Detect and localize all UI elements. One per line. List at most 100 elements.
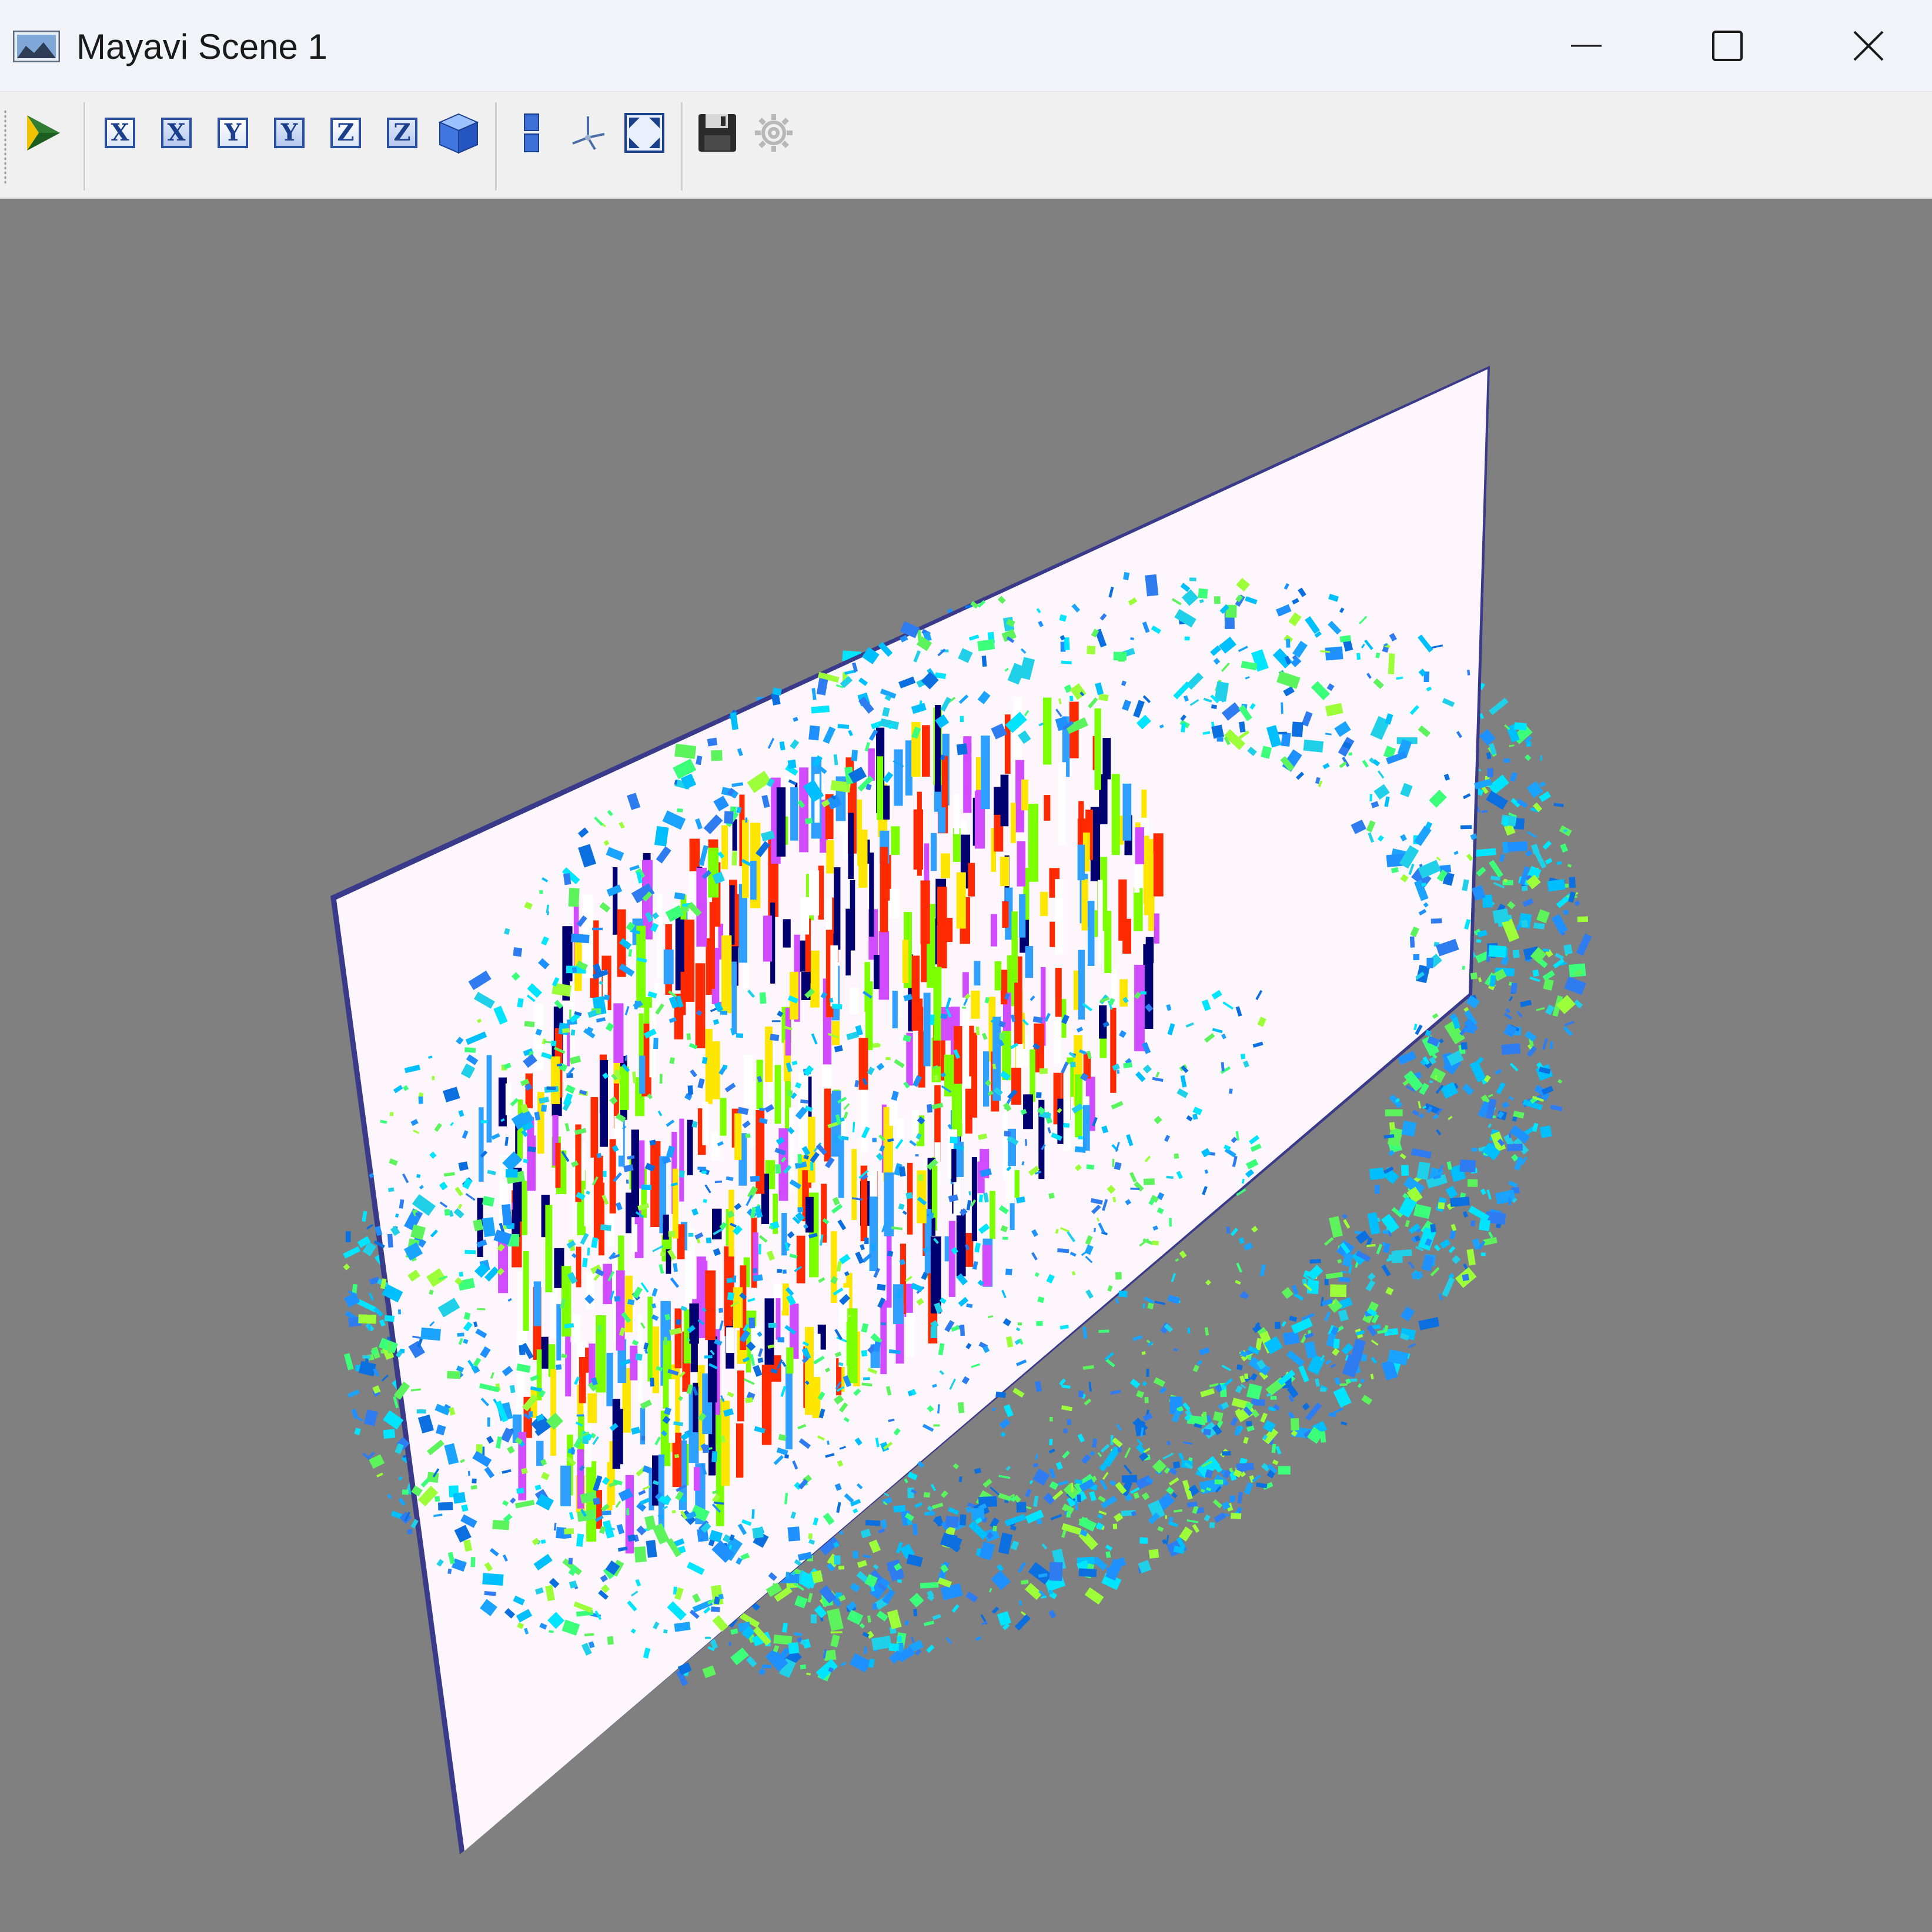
minimize-button[interactable]	[1516, 0, 1657, 92]
plane-bar	[570, 1314, 581, 1342]
plane-bar	[902, 940, 909, 983]
vector-glyph	[1139, 1537, 1148, 1544]
vector-glyph	[1112, 1523, 1118, 1529]
view-z-plus-button[interactable]: Z	[320, 107, 372, 159]
vector-glyph	[880, 1322, 886, 1325]
plane-bar	[983, 1051, 990, 1107]
plane-bar	[756, 1059, 763, 1109]
view-x-plus-button[interactable]: X	[94, 107, 146, 159]
vector-glyph	[1078, 1135, 1083, 1140]
vector-glyph	[1476, 939, 1482, 943]
vector-glyph	[750, 1175, 760, 1182]
vector-glyph	[726, 1277, 734, 1283]
scene-render[interactable]	[0, 199, 1932, 1932]
toolbar-grip[interactable]	[4, 109, 7, 186]
vector-glyph	[720, 1010, 727, 1015]
vector-glyph	[437, 1502, 453, 1511]
plane-bar	[560, 1465, 571, 1506]
plane-bar	[922, 725, 930, 777]
plane-bar	[933, 967, 942, 1041]
plane-bar	[869, 853, 874, 937]
plane-bar	[971, 990, 980, 1019]
vector-glyph	[797, 1207, 804, 1212]
plane-bar	[923, 992, 931, 1067]
vector-glyph	[1240, 1053, 1246, 1059]
vector-glyph	[432, 1076, 435, 1081]
plane-bar	[808, 870, 820, 916]
vector-glyph	[472, 1478, 477, 1484]
vector-glyph	[1278, 1466, 1291, 1475]
plane-bar	[938, 807, 946, 833]
vector-glyph	[416, 1409, 426, 1414]
plane-bar	[1029, 1049, 1035, 1102]
axes-indicator-button[interactable]	[562, 107, 614, 159]
plane-bar	[1102, 738, 1111, 780]
vector-glyph	[603, 1171, 607, 1177]
plane-bar	[889, 1101, 898, 1126]
isometric-view-button[interactable]	[433, 107, 484, 159]
full-screen-button[interactable]	[619, 107, 670, 159]
vector-glyph	[1369, 794, 1373, 801]
vector-glyph	[702, 1445, 710, 1453]
plane-bar	[790, 787, 798, 841]
vector-glyph	[1413, 954, 1420, 961]
view-y-plus-icon: Y	[218, 118, 248, 148]
vector-glyph	[464, 1249, 476, 1255]
title-bar[interactable]: Mayavi Scene 1	[0, 0, 1932, 92]
vector-glyph	[905, 1192, 913, 1199]
vector-glyph	[1214, 1479, 1224, 1485]
vector-glyph	[601, 1510, 611, 1516]
plane-bar	[810, 950, 820, 1008]
vector-glyph	[402, 1489, 409, 1495]
plane-bar	[726, 1327, 734, 1353]
plane-bar	[696, 867, 707, 947]
vector-glyph	[733, 1275, 737, 1283]
render-viewport[interactable]	[0, 199, 1932, 1932]
vector-glyph	[524, 1021, 535, 1028]
plane-bar	[974, 961, 981, 986]
plane-bar	[736, 1423, 744, 1478]
vector-glyph	[960, 1324, 965, 1336]
plane-bar	[505, 1083, 512, 1115]
view-y-plus-button[interactable]: Y	[207, 107, 259, 159]
vector-glyph	[1049, 1439, 1053, 1446]
toolbar-separator	[681, 102, 683, 190]
plane-bar	[590, 1097, 599, 1158]
vector-glyph	[1361, 1354, 1367, 1362]
plane-bar	[1055, 879, 1064, 955]
maximize-button[interactable]	[1657, 0, 1798, 92]
vector-glyph	[752, 1527, 764, 1539]
vector-glyph	[561, 1028, 570, 1034]
vector-glyph	[1098, 1329, 1109, 1333]
save-scene-button[interactable]	[691, 107, 743, 159]
vector-glyph	[671, 1510, 676, 1514]
vector-glyph	[539, 890, 543, 894]
vector-glyph	[1087, 646, 1096, 654]
parallel-projection-button[interactable]	[506, 107, 557, 159]
plane-bar	[930, 1236, 941, 1313]
vector-glyph	[872, 1603, 877, 1610]
vector-glyph	[1291, 1418, 1299, 1430]
mayavi-engine-button[interactable]	[18, 107, 69, 159]
plane-bar	[764, 1298, 774, 1365]
view-y-minus-button[interactable]: Y	[263, 107, 315, 159]
vector-glyph	[447, 1371, 461, 1379]
vector-glyph	[582, 1258, 588, 1268]
plane-bar	[1099, 1005, 1107, 1039]
vector-glyph	[1488, 945, 1507, 958]
vector-glyph	[810, 1162, 814, 1171]
vector-glyph	[782, 1269, 787, 1274]
configure-scene-button[interactable]	[748, 107, 800, 159]
vector-glyph	[920, 1582, 939, 1589]
view-x-minus-button[interactable]: X	[151, 107, 202, 159]
view-z-plus-icon: Z	[330, 118, 361, 148]
vector-glyph	[787, 759, 797, 769]
plane-bar	[713, 1041, 720, 1099]
vector-glyph	[945, 1516, 960, 1528]
close-button[interactable]	[1798, 0, 1932, 92]
vector-glyph	[1270, 1396, 1277, 1400]
vector-glyph	[653, 1037, 659, 1049]
plane-bar	[1110, 1008, 1117, 1093]
view-z-minus-button[interactable]: Z	[376, 107, 428, 159]
vector-glyph	[597, 1153, 602, 1158]
